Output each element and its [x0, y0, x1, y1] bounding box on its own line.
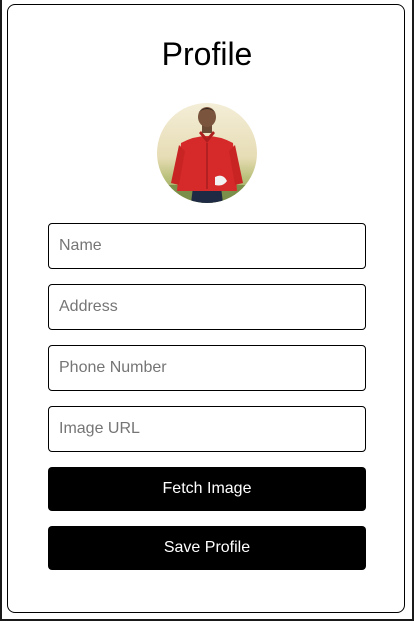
phone-number-field[interactable] — [48, 345, 366, 391]
name-field[interactable] — [48, 223, 366, 269]
avatar — [157, 103, 257, 203]
avatar-photo — [157, 103, 257, 203]
address-field[interactable] — [48, 284, 366, 330]
save-profile-button[interactable]: Save Profile — [48, 526, 366, 570]
page-title: Profile — [161, 36, 253, 72]
image-url-field[interactable] — [48, 406, 366, 452]
fetch-image-button[interactable]: Fetch Image — [48, 467, 366, 511]
window-edge-left — [0, 0, 2, 621]
